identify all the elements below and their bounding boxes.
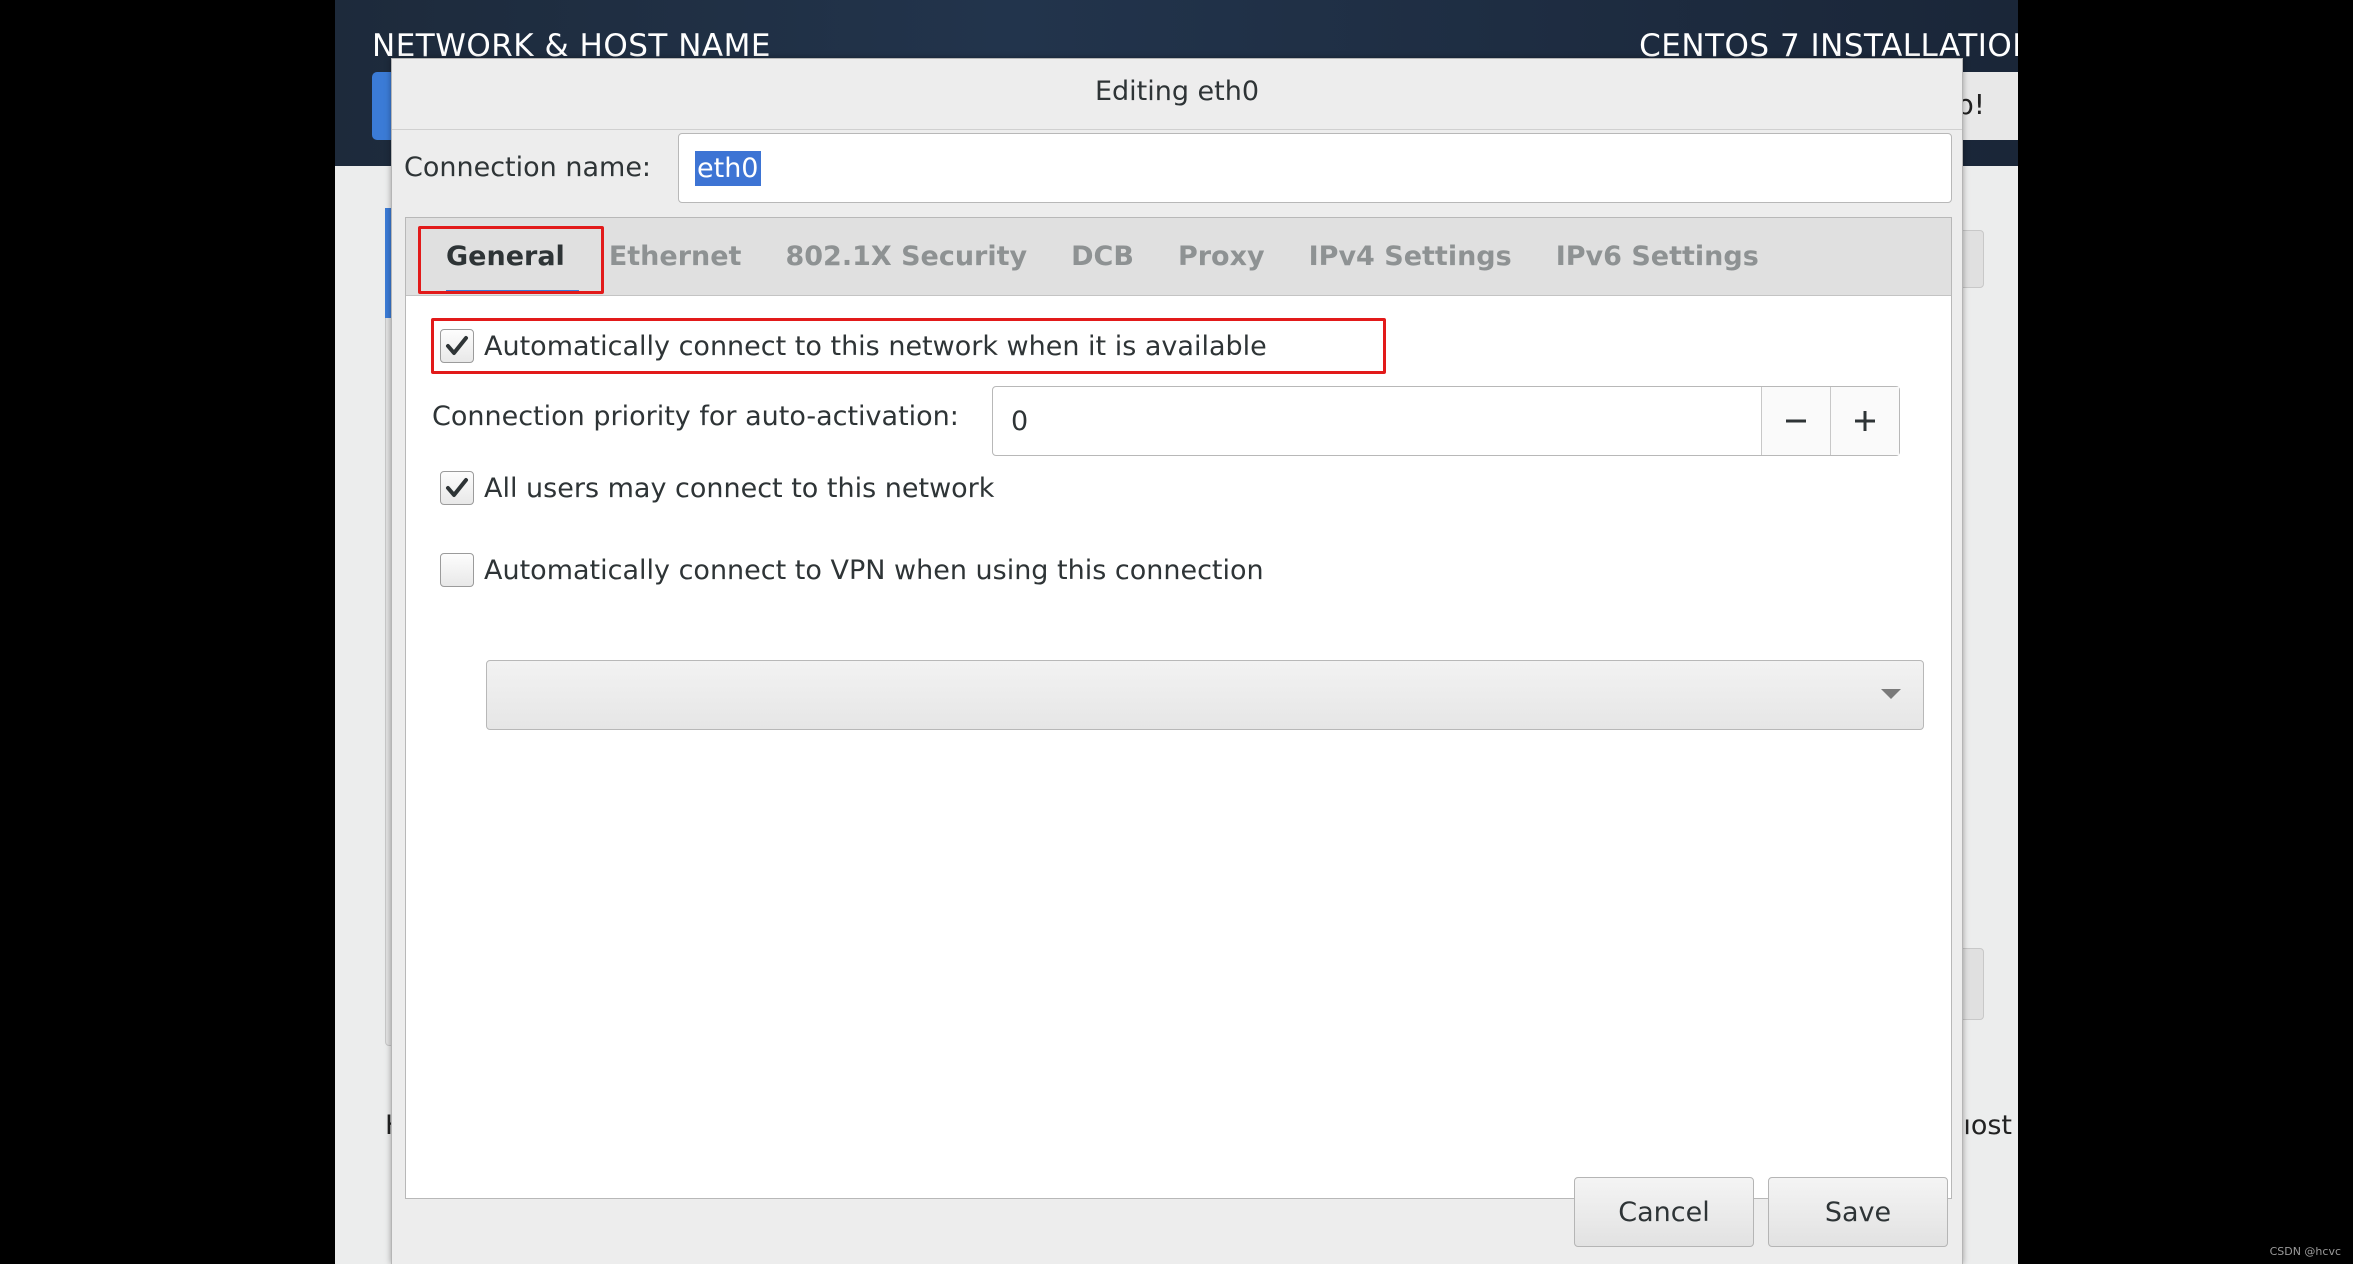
cancel-button[interactable]: Cancel [1574,1177,1754,1247]
priority-label: Connection priority for auto-activation: [432,401,959,432]
priority-label-row: Connection priority for auto-activation: [432,401,959,432]
vpn-select[interactable] [486,660,1924,730]
auto-vpn-row[interactable]: Automatically connect to VPN when using … [440,553,1264,587]
tab-ethernet[interactable]: Ethernet [587,218,764,296]
all-users-checkbox[interactable] [440,471,474,505]
all-users-label: All users may connect to this network [484,472,995,504]
current-host-label-fragment: ıost [1963,1110,2012,1141]
dialog-title: Editing eth0 [1094,76,1260,107]
tab-bar: General Ethernet 802.1X Security DCB Pro… [406,218,1951,296]
connection-name-label: Connection name: [404,152,652,183]
tab-proxy[interactable]: Proxy [1156,218,1287,296]
auto-vpn-label: Automatically connect to VPN when using … [484,554,1264,586]
tab-ipv6-settings[interactable]: IPv6 Settings [1534,218,1781,296]
priority-decrement-button[interactable] [1761,387,1830,455]
priority-spinbutton[interactable]: 0 [992,386,1900,456]
auto-connect-checkbox[interactable] [440,329,474,363]
auto-connect-label: Automatically connect to this network wh… [484,330,1267,362]
tab-general[interactable]: General [426,218,587,296]
plus-icon [1855,411,1875,431]
settings-notebook: General Ethernet 802.1X Security DCB Pro… [405,217,1952,1199]
dropdown-arrow-icon [1881,689,1901,699]
checkmark-icon [446,478,468,497]
save-button[interactable]: Save [1768,1177,1948,1247]
edit-connection-dialog: Editing eth0 Connection name: eth0 Gener… [391,58,1963,1264]
priority-value[interactable]: 0 [993,387,1761,455]
all-users-row[interactable]: All users may connect to this network [440,471,994,505]
priority-increment-button[interactable] [1830,387,1899,455]
checkmark-icon [446,336,468,355]
title-separator [392,129,1962,130]
connection-name-input[interactable]: eth0 [678,133,1952,203]
connection-name-value: eth0 [695,150,761,186]
tab-dcb[interactable]: DCB [1049,218,1156,296]
auto-connect-row[interactable]: Automatically connect to this network wh… [440,329,1267,363]
watermark: CSDN @hcvc [2269,1245,2341,1258]
minus-icon [1786,419,1806,423]
tab-8021x-security[interactable]: 802.1X Security [763,218,1049,296]
tab-ipv4-settings[interactable]: IPv4 Settings [1287,218,1534,296]
auto-vpn-checkbox[interactable] [440,553,474,587]
